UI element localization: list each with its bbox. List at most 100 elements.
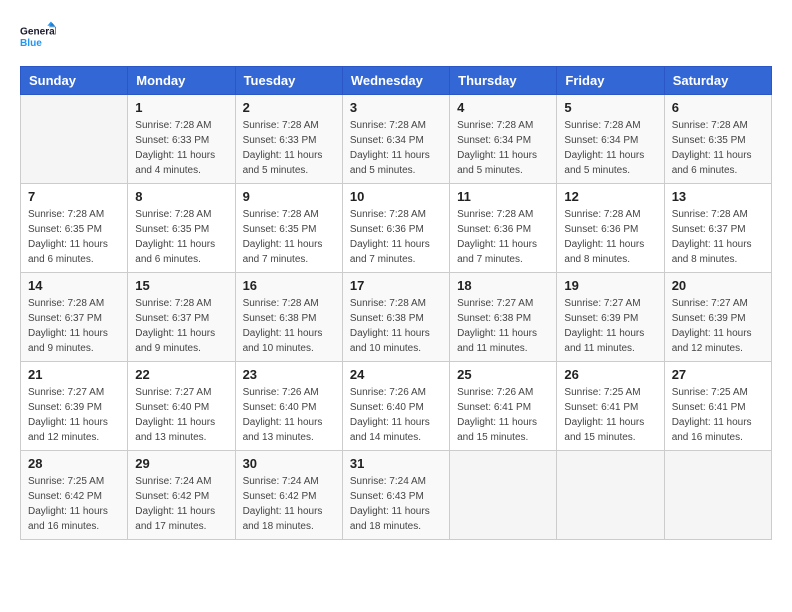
day-info: Sunrise: 7:28 AMSunset: 6:37 PMDaylight:… — [28, 296, 120, 356]
day-info: Sunrise: 7:27 AMSunset: 6:39 PMDaylight:… — [28, 385, 120, 445]
day-number: 5 — [564, 100, 656, 115]
day-number: 18 — [457, 278, 549, 293]
day-info: Sunrise: 7:28 AMSunset: 6:34 PMDaylight:… — [350, 118, 442, 178]
calendar-cell: 2 Sunrise: 7:28 AMSunset: 6:33 PMDayligh… — [235, 95, 342, 184]
calendar-cell: 11 Sunrise: 7:28 AMSunset: 6:36 PMDaylig… — [450, 184, 557, 273]
calendar-cell: 31 Sunrise: 7:24 AMSunset: 6:43 PMDaylig… — [342, 451, 449, 540]
day-number: 8 — [135, 189, 227, 204]
calendar-cell: 3 Sunrise: 7:28 AMSunset: 6:34 PMDayligh… — [342, 95, 449, 184]
page-header: General Blue — [20, 20, 772, 56]
day-info: Sunrise: 7:25 AMSunset: 6:41 PMDaylight:… — [564, 385, 656, 445]
day-info: Sunrise: 7:28 AMSunset: 6:35 PMDaylight:… — [243, 207, 335, 267]
day-number: 1 — [135, 100, 227, 115]
calendar-week-1: 1 Sunrise: 7:28 AMSunset: 6:33 PMDayligh… — [21, 95, 772, 184]
calendar-cell — [557, 451, 664, 540]
day-number: 10 — [350, 189, 442, 204]
calendar-cell: 16 Sunrise: 7:28 AMSunset: 6:38 PMDaylig… — [235, 273, 342, 362]
calendar-cell: 8 Sunrise: 7:28 AMSunset: 6:35 PMDayligh… — [128, 184, 235, 273]
day-number: 24 — [350, 367, 442, 382]
calendar-cell: 22 Sunrise: 7:27 AMSunset: 6:40 PMDaylig… — [128, 362, 235, 451]
calendar-cell: 26 Sunrise: 7:25 AMSunset: 6:41 PMDaylig… — [557, 362, 664, 451]
day-number: 15 — [135, 278, 227, 293]
svg-text:General: General — [20, 26, 56, 37]
calendar-cell: 17 Sunrise: 7:28 AMSunset: 6:38 PMDaylig… — [342, 273, 449, 362]
calendar-cell: 20 Sunrise: 7:27 AMSunset: 6:39 PMDaylig… — [664, 273, 771, 362]
day-info: Sunrise: 7:28 AMSunset: 6:37 PMDaylight:… — [135, 296, 227, 356]
day-info: Sunrise: 7:26 AMSunset: 6:41 PMDaylight:… — [457, 385, 549, 445]
calendar-cell: 29 Sunrise: 7:24 AMSunset: 6:42 PMDaylig… — [128, 451, 235, 540]
day-number: 31 — [350, 456, 442, 471]
calendar-week-3: 14 Sunrise: 7:28 AMSunset: 6:37 PMDaylig… — [21, 273, 772, 362]
calendar-cell: 24 Sunrise: 7:26 AMSunset: 6:40 PMDaylig… — [342, 362, 449, 451]
day-info: Sunrise: 7:24 AMSunset: 6:42 PMDaylight:… — [243, 474, 335, 534]
day-number: 2 — [243, 100, 335, 115]
day-info: Sunrise: 7:28 AMSunset: 6:33 PMDaylight:… — [135, 118, 227, 178]
day-number: 19 — [564, 278, 656, 293]
day-info: Sunrise: 7:28 AMSunset: 6:38 PMDaylight:… — [350, 296, 442, 356]
day-number: 28 — [28, 456, 120, 471]
calendar-week-5: 28 Sunrise: 7:25 AMSunset: 6:42 PMDaylig… — [21, 451, 772, 540]
day-info: Sunrise: 7:26 AMSunset: 6:40 PMDaylight:… — [350, 385, 442, 445]
day-number: 25 — [457, 367, 549, 382]
calendar-cell: 25 Sunrise: 7:26 AMSunset: 6:41 PMDaylig… — [450, 362, 557, 451]
calendar-cell: 1 Sunrise: 7:28 AMSunset: 6:33 PMDayligh… — [128, 95, 235, 184]
day-number: 13 — [672, 189, 764, 204]
day-info: Sunrise: 7:28 AMSunset: 6:36 PMDaylight:… — [350, 207, 442, 267]
header-monday: Monday — [128, 67, 235, 95]
calendar-cell — [450, 451, 557, 540]
calendar-cell: 27 Sunrise: 7:25 AMSunset: 6:41 PMDaylig… — [664, 362, 771, 451]
day-number: 21 — [28, 367, 120, 382]
day-info: Sunrise: 7:27 AMSunset: 6:38 PMDaylight:… — [457, 296, 549, 356]
day-info: Sunrise: 7:27 AMSunset: 6:39 PMDaylight:… — [564, 296, 656, 356]
svg-text:Blue: Blue — [20, 38, 42, 49]
day-number: 11 — [457, 189, 549, 204]
header-sunday: Sunday — [21, 67, 128, 95]
calendar-cell: 18 Sunrise: 7:27 AMSunset: 6:38 PMDaylig… — [450, 273, 557, 362]
calendar-cell: 4 Sunrise: 7:28 AMSunset: 6:34 PMDayligh… — [450, 95, 557, 184]
day-info: Sunrise: 7:28 AMSunset: 6:35 PMDaylight:… — [28, 207, 120, 267]
calendar-week-4: 21 Sunrise: 7:27 AMSunset: 6:39 PMDaylig… — [21, 362, 772, 451]
day-number: 16 — [243, 278, 335, 293]
day-number: 30 — [243, 456, 335, 471]
calendar-cell — [664, 451, 771, 540]
calendar-cell: 23 Sunrise: 7:26 AMSunset: 6:40 PMDaylig… — [235, 362, 342, 451]
calendar-cell: 13 Sunrise: 7:28 AMSunset: 6:37 PMDaylig… — [664, 184, 771, 273]
calendar-cell: 19 Sunrise: 7:27 AMSunset: 6:39 PMDaylig… — [557, 273, 664, 362]
day-number: 12 — [564, 189, 656, 204]
calendar-cell: 28 Sunrise: 7:25 AMSunset: 6:42 PMDaylig… — [21, 451, 128, 540]
calendar-table: SundayMondayTuesdayWednesdayThursdayFrid… — [20, 66, 772, 540]
day-info: Sunrise: 7:28 AMSunset: 6:34 PMDaylight:… — [564, 118, 656, 178]
day-number: 22 — [135, 367, 227, 382]
header-thursday: Thursday — [450, 67, 557, 95]
calendar-header-row: SundayMondayTuesdayWednesdayThursdayFrid… — [21, 67, 772, 95]
day-number: 3 — [350, 100, 442, 115]
day-info: Sunrise: 7:28 AMSunset: 6:36 PMDaylight:… — [457, 207, 549, 267]
day-info: Sunrise: 7:28 AMSunset: 6:35 PMDaylight:… — [672, 118, 764, 178]
day-number: 9 — [243, 189, 335, 204]
day-number: 4 — [457, 100, 549, 115]
day-info: Sunrise: 7:26 AMSunset: 6:40 PMDaylight:… — [243, 385, 335, 445]
day-number: 29 — [135, 456, 227, 471]
day-info: Sunrise: 7:28 AMSunset: 6:33 PMDaylight:… — [243, 118, 335, 178]
day-number: 7 — [28, 189, 120, 204]
day-info: Sunrise: 7:28 AMSunset: 6:36 PMDaylight:… — [564, 207, 656, 267]
day-number: 23 — [243, 367, 335, 382]
calendar-cell: 12 Sunrise: 7:28 AMSunset: 6:36 PMDaylig… — [557, 184, 664, 273]
day-number: 26 — [564, 367, 656, 382]
calendar-cell: 7 Sunrise: 7:28 AMSunset: 6:35 PMDayligh… — [21, 184, 128, 273]
logo: General Blue — [20, 20, 56, 56]
day-info: Sunrise: 7:24 AMSunset: 6:42 PMDaylight:… — [135, 474, 227, 534]
day-info: Sunrise: 7:27 AMSunset: 6:40 PMDaylight:… — [135, 385, 227, 445]
header-wednesday: Wednesday — [342, 67, 449, 95]
day-number: 27 — [672, 367, 764, 382]
day-info: Sunrise: 7:28 AMSunset: 6:35 PMDaylight:… — [135, 207, 227, 267]
calendar-week-2: 7 Sunrise: 7:28 AMSunset: 6:35 PMDayligh… — [21, 184, 772, 273]
day-number: 14 — [28, 278, 120, 293]
calendar-cell: 5 Sunrise: 7:28 AMSunset: 6:34 PMDayligh… — [557, 95, 664, 184]
calendar-cell: 15 Sunrise: 7:28 AMSunset: 6:37 PMDaylig… — [128, 273, 235, 362]
header-saturday: Saturday — [664, 67, 771, 95]
day-number: 20 — [672, 278, 764, 293]
day-info: Sunrise: 7:28 AMSunset: 6:34 PMDaylight:… — [457, 118, 549, 178]
day-info: Sunrise: 7:28 AMSunset: 6:37 PMDaylight:… — [672, 207, 764, 267]
calendar-cell: 21 Sunrise: 7:27 AMSunset: 6:39 PMDaylig… — [21, 362, 128, 451]
